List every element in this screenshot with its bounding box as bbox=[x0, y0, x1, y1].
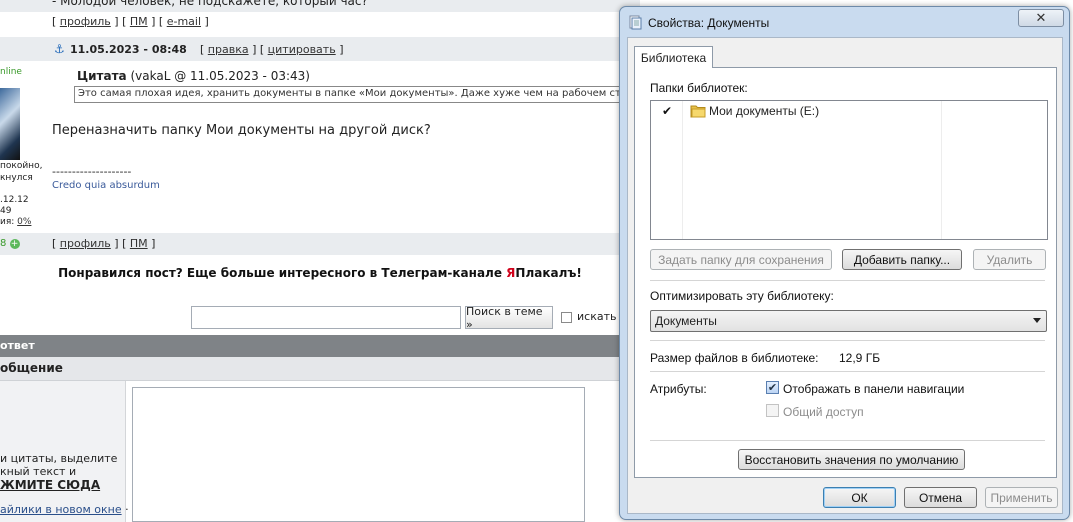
smilies-link[interactable]: айлики в новом окне bbox=[0, 503, 122, 516]
optimize-value: Документы bbox=[655, 314, 717, 328]
profile-link-bottom[interactable]: профиль bbox=[60, 237, 111, 250]
profile-link[interactable]: профиль bbox=[60, 15, 111, 28]
author-links-top: [ профиль ] [ ПМ ] [ e-mail ] bbox=[52, 15, 209, 28]
online-status: nline bbox=[0, 67, 22, 77]
pm-link-bottom[interactable]: ПМ bbox=[130, 237, 148, 250]
properties-dialog: Свойства: Документы ✕ Библиотека Папки б… bbox=[619, 6, 1070, 520]
list-item[interactable]: ✔ Мои документы (E:) bbox=[651, 101, 1047, 121]
signature: Credo quia absurdum bbox=[52, 180, 160, 191]
side-info-4: 49 bbox=[0, 206, 12, 216]
topic-search-input[interactable] bbox=[191, 306, 461, 329]
author-links-bottom: [ профиль ] [ ПМ ] bbox=[52, 237, 156, 250]
list-column-divider bbox=[941, 101, 942, 239]
library-icon bbox=[629, 15, 642, 30]
reputation[interactable]: 8 + bbox=[0, 238, 20, 249]
apply-button[interactable]: Применить bbox=[985, 487, 1058, 508]
show-in-nav-label: Отображать в панели навигации bbox=[783, 382, 965, 396]
separator bbox=[650, 371, 1045, 372]
dialog-body: Библиотека Папки библиотек: ✔ Мои докуме… bbox=[627, 37, 1063, 514]
optimize-select[interactable]: Документы bbox=[650, 310, 1047, 332]
side-info-1: покойно, bbox=[0, 161, 43, 171]
check-icon: ✔ bbox=[767, 381, 778, 394]
side-info-3: .12.12 bbox=[0, 195, 29, 205]
set-save-folder-button[interactable]: Задать папку для сохранения bbox=[650, 249, 832, 270]
previous-post-text: - Молодой человек, не подскажете, которы… bbox=[52, 0, 368, 8]
search-checkbox-label: искать bbox=[577, 310, 617, 323]
separator bbox=[650, 340, 1045, 341]
close-icon: ✕ bbox=[1035, 10, 1047, 26]
cancel-button[interactable]: Отмена bbox=[904, 487, 977, 508]
library-folders-list[interactable]: ✔ Мои документы (E:) bbox=[650, 100, 1048, 240]
message-bar: общение bbox=[0, 357, 640, 381]
tab-library[interactable]: Библиотека bbox=[634, 46, 713, 68]
size-label: Размер файлов в библиотеке: bbox=[650, 351, 819, 365]
default-save-check-icon: ✔ bbox=[662, 104, 673, 118]
topic-search-button[interactable]: Поиск в теме » bbox=[465, 305, 553, 331]
telegram-promo[interactable]: Понравился пост? Еще больше интересного … bbox=[0, 266, 640, 280]
chevron-down-icon bbox=[1033, 318, 1041, 323]
signature-separator: -------------------- bbox=[52, 165, 132, 178]
folders-label: Папки библиотек: bbox=[650, 81, 748, 95]
library-tab-panel: Папки библиотек: ✔ Мои документы (E:) За… bbox=[634, 67, 1057, 478]
click-here-link[interactable]: ЖМИТЕ СЮДА bbox=[0, 478, 100, 492]
shared-checkbox[interactable] bbox=[766, 404, 779, 417]
email-link[interactable]: e-mail bbox=[167, 15, 201, 28]
optimize-label: Оптимизировать эту библиотеку: bbox=[650, 289, 834, 303]
close-button[interactable]: ✕ bbox=[1018, 9, 1064, 27]
attributes-label: Атрибуты: bbox=[650, 382, 707, 396]
list-column-divider bbox=[682, 101, 683, 239]
anchor-icon[interactable]: ⚓ bbox=[54, 42, 65, 56]
delete-folder-button[interactable]: Удалить bbox=[973, 249, 1046, 270]
separator bbox=[650, 280, 1045, 281]
quote-link[interactable]: цитировать bbox=[268, 43, 336, 56]
message-textarea[interactable] bbox=[132, 387, 585, 522]
side-info-2: кнулся bbox=[0, 173, 33, 183]
restore-defaults-button[interactable]: Восстановить значения по умолчанию bbox=[738, 449, 965, 470]
edit-link[interactable]: правка bbox=[208, 43, 249, 56]
ok-button[interactable]: ОК bbox=[823, 487, 896, 508]
smilies-new-window: айлики в новом окне · bbox=[0, 503, 129, 516]
plus-icon[interactable]: + bbox=[9, 239, 20, 249]
post-actions: [ правка ] [ цитировать ] bbox=[200, 43, 344, 56]
pm-link[interactable]: ПМ bbox=[130, 15, 148, 28]
quote-header: Цитата (vakaL @ 11.05.2023 - 03:43) bbox=[77, 69, 310, 83]
post-date: 11.05.2023 - 08:48 bbox=[70, 43, 187, 56]
folder-icon bbox=[690, 105, 706, 118]
folder-name: Мои документы (E:) bbox=[709, 104, 820, 118]
shared-label: Общий доступ bbox=[783, 405, 864, 419]
post-body: Переназначить папку Мои документы на дру… bbox=[52, 123, 431, 138]
separator bbox=[650, 440, 1045, 441]
show-in-nav-checkbox[interactable]: ✔ bbox=[766, 381, 779, 394]
search-checkbox[interactable] bbox=[561, 312, 572, 323]
dialog-title: Свойства: Документы bbox=[648, 16, 770, 30]
size-value: 12,9 ГБ bbox=[839, 351, 881, 365]
add-folder-button[interactable]: Добавить папку... bbox=[842, 249, 962, 270]
reply-bar: ответ bbox=[0, 335, 640, 357]
side-info-5: ия: 0% bbox=[0, 217, 32, 227]
hint-line-2: кный текст и bbox=[0, 465, 77, 478]
avatar[interactable] bbox=[0, 88, 20, 160]
quote-box: Это самая плохая идея, хранить документы… bbox=[74, 86, 634, 103]
hint-line-1: и цитаты, выделите bbox=[0, 452, 118, 465]
